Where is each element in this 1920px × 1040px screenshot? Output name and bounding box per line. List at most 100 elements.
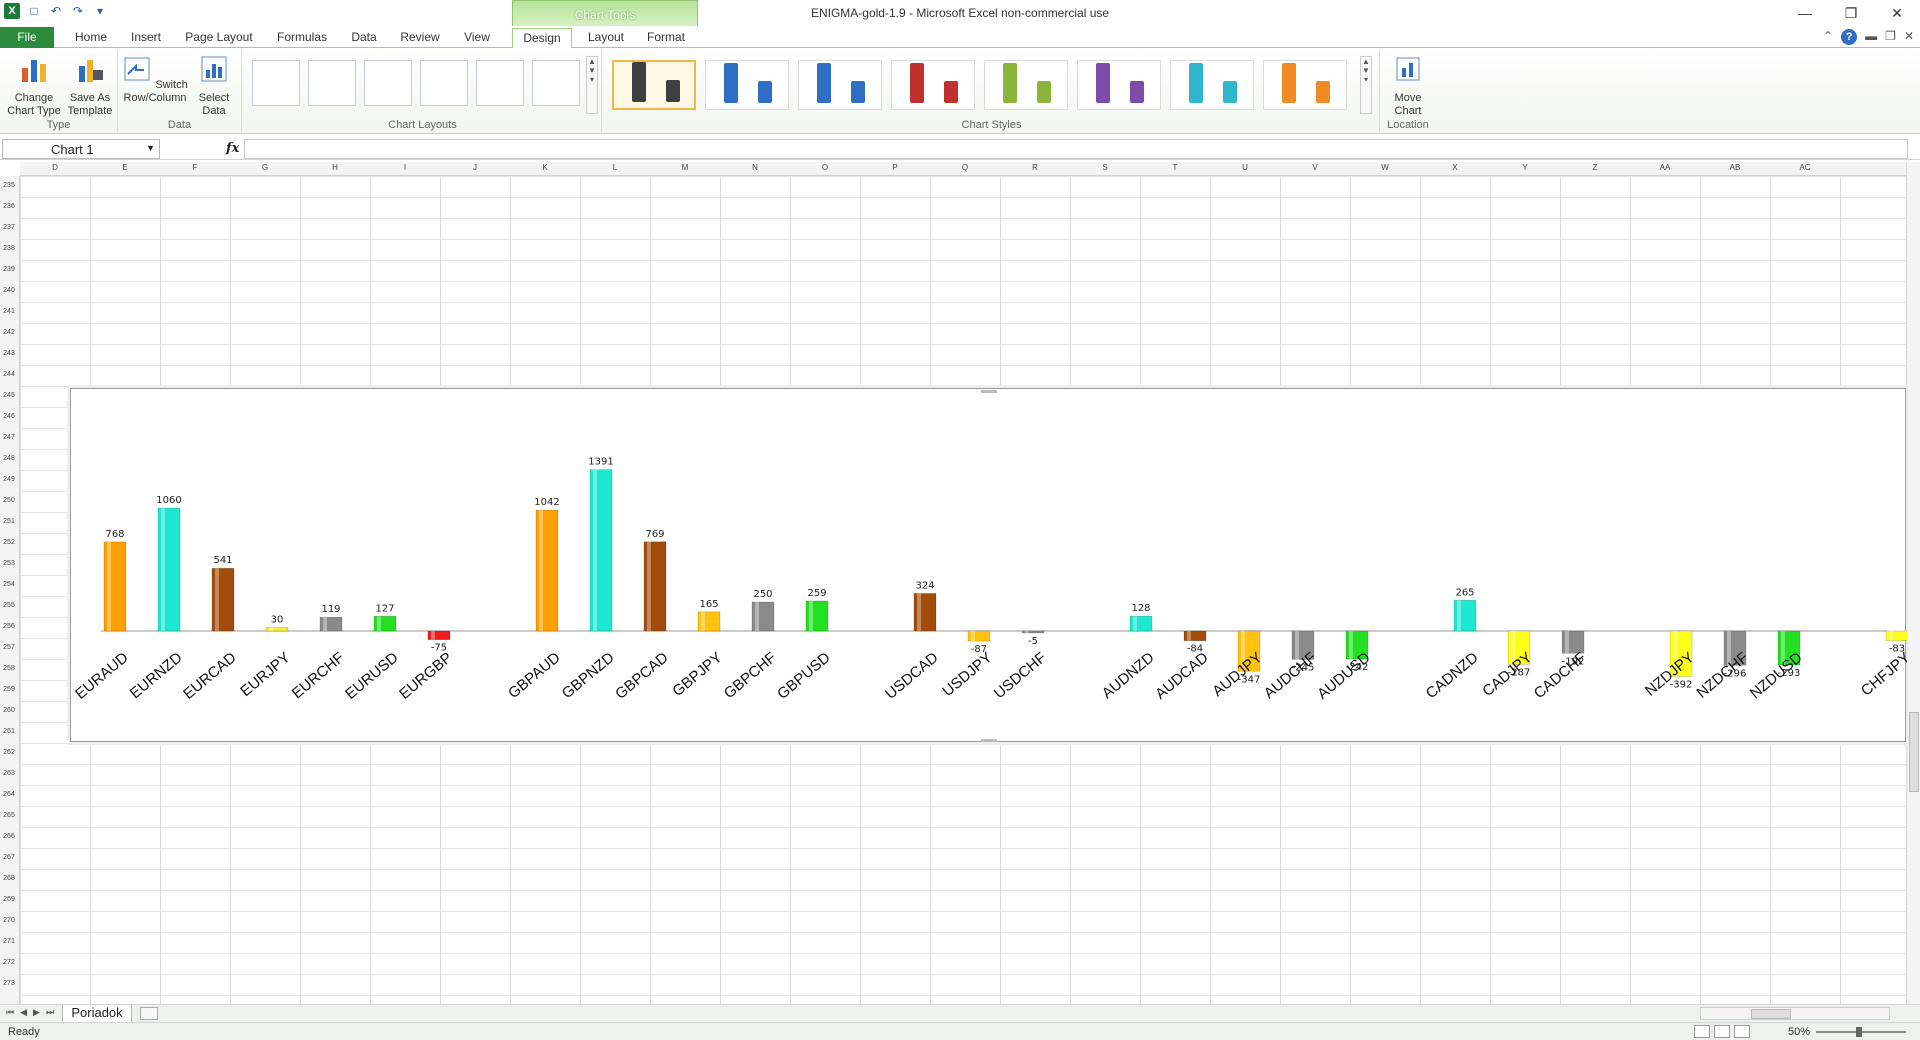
column-header[interactable]: X: [1420, 163, 1490, 172]
vertical-scrollbar[interactable]: [1906, 162, 1920, 1004]
column-header[interactable]: AC: [1770, 163, 1840, 172]
column-header[interactable]: Y: [1490, 163, 1560, 172]
move-chart-button[interactable]: Move Chart: [1386, 54, 1430, 118]
tab-file[interactable]: File: [0, 27, 54, 48]
column-header[interactable]: G: [230, 163, 300, 172]
tab-home[interactable]: Home: [70, 28, 112, 48]
row-header[interactable]: 270: [0, 917, 18, 924]
change-chart-type-button[interactable]: Change Chart Type: [6, 54, 62, 118]
column-header[interactable]: O: [790, 163, 860, 172]
row-header[interactable]: 236: [0, 203, 18, 210]
column-header[interactable]: P: [860, 163, 930, 172]
last-sheet-icon[interactable]: ⏭: [46, 1007, 54, 1018]
column-header[interactable]: E: [90, 163, 160, 172]
chart-style-5[interactable]: [984, 60, 1068, 110]
column-header[interactable]: I: [370, 163, 440, 172]
row-header[interactable]: 248: [0, 455, 18, 462]
workbook-restore-icon[interactable]: ❐: [1885, 29, 1896, 45]
row-header[interactable]: 266: [0, 833, 18, 840]
row-header[interactable]: 245: [0, 392, 18, 399]
row-header[interactable]: 255: [0, 602, 18, 609]
tab-format[interactable]: Format: [640, 28, 692, 48]
tab-page-layout[interactable]: Page Layout: [182, 28, 256, 48]
tab-formulas[interactable]: Formulas: [272, 28, 332, 48]
row-header[interactable]: 269: [0, 896, 18, 903]
column-header[interactable]: Q: [930, 163, 1000, 172]
zoom-slider[interactable]: [1816, 1027, 1906, 1037]
tab-view[interactable]: View: [458, 28, 496, 48]
row-header[interactable]: 254: [0, 581, 18, 588]
tab-data[interactable]: Data: [346, 28, 382, 48]
row-header[interactable]: 268: [0, 875, 18, 882]
chart-layout-4[interactable]: [420, 60, 468, 106]
normal-view-icon[interactable]: [1694, 1025, 1710, 1038]
formula-input[interactable]: [244, 139, 1908, 159]
minimize-ribbon-icon[interactable]: ⌃: [1823, 29, 1833, 45]
column-header[interactable]: Z: [1560, 163, 1630, 172]
row-header[interactable]: 252: [0, 539, 18, 546]
chart-layout-5[interactable]: [476, 60, 524, 106]
row-header[interactable]: 249: [0, 476, 18, 483]
select-data-button[interactable]: Select Data: [192, 54, 236, 118]
help-icon[interactable]: ?: [1841, 29, 1858, 45]
column-header[interactable]: V: [1280, 163, 1350, 172]
row-header[interactable]: 247: [0, 434, 18, 441]
chart-style-7[interactable]: [1170, 60, 1254, 110]
column-header[interactable]: F: [160, 163, 230, 172]
row-header[interactable]: 273: [0, 980, 18, 987]
name-box-dropdown-icon[interactable]: ▼: [146, 143, 155, 153]
chart-layout-1[interactable]: [252, 60, 300, 106]
page-layout-view-icon[interactable]: [1714, 1025, 1730, 1038]
row-header[interactable]: 242: [0, 329, 18, 336]
sheet-tab-poriadok[interactable]: Poriadok: [62, 1005, 132, 1023]
zoom-level[interactable]: 50%: [1788, 1026, 1810, 1038]
chart-styles-more-icon[interactable]: ▲ ▼ ▾: [1360, 56, 1372, 114]
row-header[interactable]: 258: [0, 665, 18, 672]
row-header[interactable]: 250: [0, 497, 18, 504]
next-sheet-icon[interactable]: ▶: [33, 1007, 40, 1018]
column-header[interactable]: U: [1210, 163, 1280, 172]
vertical-scroll-thumb[interactable]: [1909, 712, 1919, 792]
embedded-chart[interactable]: 768 EURAUD 1060 EURNZD 541 EURCAD 30 EURJPY 119 E…: [70, 388, 1907, 742]
horizontal-scrollbar[interactable]: [1700, 1007, 1890, 1020]
tab-layout[interactable]: Layout: [582, 28, 630, 48]
close-icon[interactable]: ✕: [1874, 0, 1920, 26]
page-break-view-icon[interactable]: [1734, 1025, 1750, 1038]
first-sheet-icon[interactable]: ⏮: [6, 1007, 14, 1018]
row-header[interactable]: 244: [0, 371, 18, 378]
column-header[interactable]: J: [440, 163, 510, 172]
horizontal-scroll-thumb[interactable]: [1751, 1009, 1791, 1019]
row-header[interactable]: 267: [0, 854, 18, 861]
column-header[interactable]: S: [1070, 163, 1140, 172]
switch-row-column-button[interactable]: Switch Row/Column: [122, 54, 188, 105]
chart-style-1[interactable]: [612, 60, 696, 110]
column-header[interactable]: AA: [1630, 163, 1700, 172]
column-header[interactable]: W: [1350, 163, 1420, 172]
row-header[interactable]: 261: [0, 728, 18, 735]
column-header[interactable]: D: [20, 163, 90, 172]
chart-style-6[interactable]: [1077, 60, 1161, 110]
row-header[interactable]: 240: [0, 287, 18, 294]
row-header[interactable]: 265: [0, 812, 18, 819]
row-header[interactable]: 253: [0, 560, 18, 567]
column-header[interactable]: H: [300, 163, 370, 172]
chart-layout-2[interactable]: [308, 60, 356, 106]
restore-icon[interactable]: ❐: [1828, 0, 1874, 26]
row-header[interactable]: 272: [0, 959, 18, 966]
tab-insert[interactable]: Insert: [124, 28, 168, 48]
row-header[interactable]: 251: [0, 518, 18, 525]
prev-sheet-icon[interactable]: ◀: [20, 1007, 27, 1018]
row-header[interactable]: 256: [0, 623, 18, 630]
row-header[interactable]: 239: [0, 266, 18, 273]
chart-layout-3[interactable]: [364, 60, 412, 106]
row-header[interactable]: 264: [0, 791, 18, 798]
zoom-slider-knob[interactable]: [1856, 1027, 1862, 1037]
insert-function-icon[interactable]: fx: [226, 141, 239, 156]
row-header[interactable]: 260: [0, 707, 18, 714]
row-header[interactable]: 259: [0, 686, 18, 693]
minimize-icon[interactable]: —: [1782, 0, 1828, 26]
row-header[interactable]: 246: [0, 413, 18, 420]
column-header[interactable]: L: [580, 163, 650, 172]
chart-style-4[interactable]: [891, 60, 975, 110]
chart-layout-6[interactable]: [532, 60, 580, 106]
